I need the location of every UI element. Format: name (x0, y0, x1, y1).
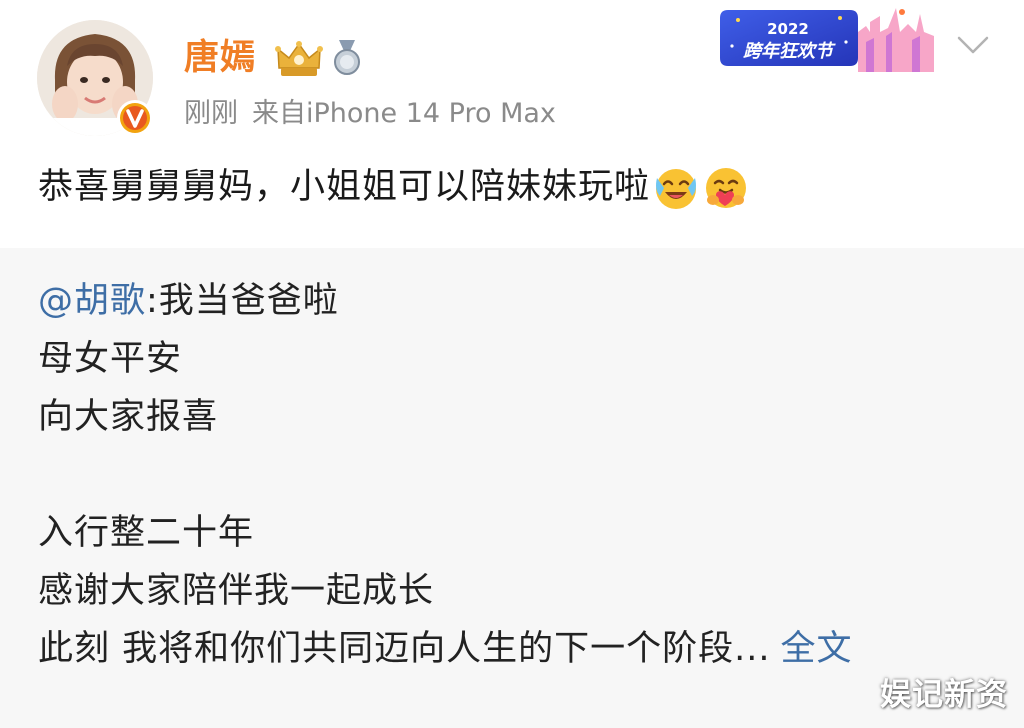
laughing-crying-emoji (652, 164, 700, 212)
repost-line: 此刻 我将和你们共同迈向人生的下一个阶段... (38, 629, 771, 669)
repost-line: 感谢大家陪伴我一起成长 (38, 571, 435, 611)
repost-line-mention: @胡歌:我当爸爸啦 (38, 272, 853, 330)
repost-line: 向大家报喜 (38, 397, 219, 437)
post-source: 来自iPhone 14 Pro Max (252, 98, 556, 129)
event-banner-year: 2022 (767, 20, 809, 38)
hug-emoji (702, 164, 750, 212)
verified-v-icon (115, 98, 155, 138)
repost-line-last: 此刻 我将和你们共同迈向人生的下一个阶段... 全文 (38, 620, 853, 678)
author-name[interactable]: 唐嫣 (184, 34, 256, 82)
watermark: 娱记新资 (880, 677, 1008, 713)
medal-badge-icon[interactable] (330, 38, 364, 76)
repost-first-line: :我当爸爸啦 (146, 281, 339, 321)
chevron-down-icon[interactable] (953, 30, 993, 60)
repost-card[interactable]: @胡歌:我当爸爸啦 母女平安 向大家报喜 入行整二十年 感谢大家陪伴我一起成长 … (0, 248, 1024, 728)
repost-text: @胡歌:我当爸爸啦 母女平安 向大家报喜 入行整二十年 感谢大家陪伴我一起成长 … (38, 272, 853, 678)
event-banner[interactable]: 2022 跨年狂欢节 (716, 2, 938, 74)
weibo-post-screen: 唐嫣 刚刚 来自iPhone 14 Pro Max 2022 跨年狂欢节 恭喜舅… (0, 0, 1024, 728)
post-time: 刚刚 (184, 98, 238, 129)
mention-link[interactable]: @胡歌 (38, 281, 146, 321)
post-meta: 刚刚 来自iPhone 14 Pro Max (184, 96, 556, 132)
repost-line: 母女平安 (38, 339, 183, 379)
post-body: 恭喜舅舅舅妈，小姐姐可以陪妹妹玩啦 (38, 160, 750, 214)
event-banner-title: 跨年狂欢节 (743, 41, 836, 62)
post-text: 恭喜舅舅舅妈，小姐姐可以陪妹妹玩啦 (38, 167, 651, 207)
full-text-link[interactable]: 全文 (781, 629, 853, 669)
author-avatar[interactable] (37, 20, 153, 136)
crown-badge-icon[interactable] (274, 38, 324, 80)
post-header: 唐嫣 刚刚 来自iPhone 14 Pro Max 2022 跨年狂欢节 恭喜舅… (0, 0, 1024, 245)
repost-line: 入行整二十年 (38, 513, 255, 553)
